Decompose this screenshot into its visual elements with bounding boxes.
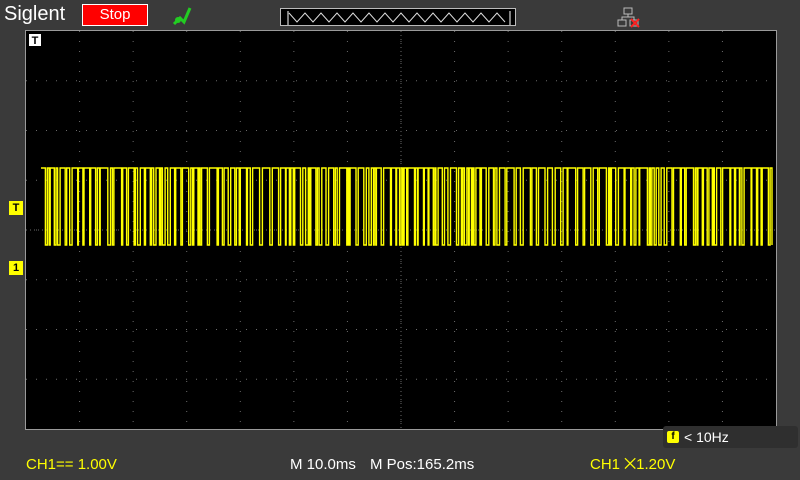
waveform-overview [280,8,516,26]
ch1-waveform [41,167,773,246]
trigger-position-marker: T [29,34,41,47]
brand-logo: Siglent [4,3,66,25]
ch1-ground-marker[interactable]: 1 [9,261,23,275]
trigger-level-marker[interactable]: T [9,201,23,215]
frequency-readout: < 10Hz [684,429,729,445]
trigger-readout: CH1 ⨉1.20V [590,456,676,473]
horizontal-position-readout: M Pos:165.2ms [370,456,475,473]
ch1-vertical-scale: CH1== 1.00V [26,456,117,473]
frequency-counter: f < 10Hz [663,426,798,448]
probe-icon [172,7,192,26]
frequency-icon: f [667,431,679,443]
waveform-display[interactable]: f < 10Hz [25,30,798,448]
timebase-readout: M 10.0ms [290,456,356,473]
network-disconnected-icon [617,7,640,28]
run-stop-indicator[interactable]: Stop [82,4,148,26]
ch1-trace [41,167,773,246]
